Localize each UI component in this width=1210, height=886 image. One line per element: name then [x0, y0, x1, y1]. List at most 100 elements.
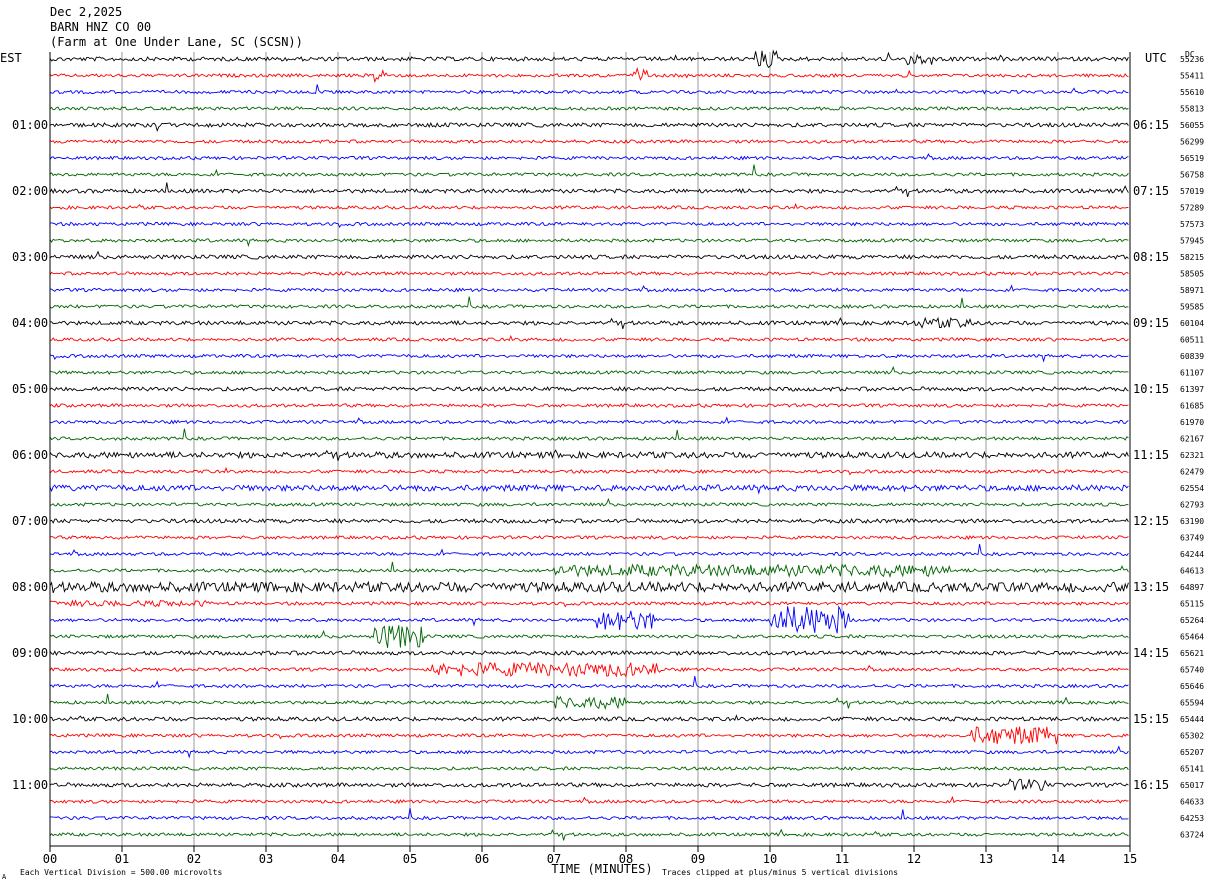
- right-hour-label: 11:15: [1133, 448, 1169, 462]
- trace-line: [49, 599, 1129, 608]
- trace-line: [49, 714, 1129, 722]
- dc-offset-label: 65464: [1180, 633, 1204, 642]
- dc-offset-label: 65207: [1180, 748, 1204, 757]
- trace-line: [49, 625, 1129, 649]
- x-tick-label: 03: [259, 852, 273, 866]
- dc-offset-label: 61397: [1180, 385, 1204, 394]
- trace-line: [49, 334, 1129, 343]
- x-tick-label: 05: [403, 852, 417, 866]
- left-timezone-label: EST: [0, 51, 22, 65]
- x-tick-label: 02: [187, 852, 201, 866]
- helicorder-chart: 00 01 02 03 04 05 06 07 08 09 10 11 12 13 14 15EST UTC DC…: [0, 49, 1204, 881]
- dc-offset-label: 64633: [1180, 798, 1204, 807]
- dc-offset-label: 64253: [1180, 814, 1204, 823]
- dc-offset-label: 56055: [1180, 121, 1204, 130]
- trace-line: [49, 271, 1129, 276]
- x-tick-label: 00: [43, 852, 57, 866]
- trace-line: [49, 121, 1129, 133]
- dc-offset-label: 62479: [1180, 468, 1204, 477]
- dc-offset-label: 65264: [1180, 616, 1204, 625]
- x-tick-label: 10: [763, 852, 777, 866]
- trace-line: [49, 580, 1129, 594]
- dc-offset-label: 57945: [1180, 237, 1204, 246]
- trace-line: [49, 676, 1129, 689]
- dc-offset-label: 57019: [1180, 187, 1204, 196]
- trace-line: [49, 202, 1129, 210]
- trace-line: [49, 106, 1129, 111]
- dc-offset-label: 62554: [1180, 484, 1204, 493]
- dc-offset-label: 61107: [1180, 369, 1204, 378]
- dc-offset-label: 56519: [1180, 154, 1204, 163]
- right-hour-label: 15:15: [1133, 712, 1169, 726]
- trace-line: [50, 808, 1129, 821]
- trace-line: [49, 497, 1129, 507]
- trace-line: [49, 778, 1129, 791]
- x-tick-label: 11: [835, 852, 849, 866]
- trace-line: [49, 693, 1129, 711]
- right-hour-label: 10:15: [1133, 382, 1169, 396]
- dc-offset-label: 57289: [1180, 204, 1204, 213]
- footer-left: Each Vertical Division = 500.00 microvol…: [20, 868, 222, 877]
- trace-line: [49, 386, 1129, 393]
- dc-offset-label: 65115: [1180, 600, 1204, 609]
- left-hour-label: 04:00: [12, 316, 48, 330]
- dc-offset-label: 65141: [1180, 765, 1204, 774]
- trace-line: [49, 250, 1129, 261]
- trace-line: [49, 164, 1129, 177]
- trace-line: [49, 353, 1129, 363]
- left-hour-label: 03:00: [12, 250, 48, 264]
- dc-offset-label: 60104: [1180, 319, 1204, 328]
- dc-offset-label: 60511: [1180, 336, 1204, 345]
- trace-line: [50, 316, 1129, 330]
- seismic-traces: [49, 49, 1129, 841]
- right-timezone-label: UTC: [1145, 51, 1167, 65]
- trace-line: [49, 726, 1129, 745]
- axes: [49, 52, 1131, 852]
- trace-line: [49, 182, 1129, 198]
- trace-line: [49, 544, 1129, 557]
- right-hour-label: 08:15: [1133, 250, 1169, 264]
- dc-offset-label: 55813: [1180, 105, 1204, 114]
- trace-line: [49, 517, 1129, 525]
- dc-offset-label: 59585: [1180, 303, 1204, 312]
- dc-offset-label: 56758: [1180, 171, 1204, 180]
- right-hour-label: 12:15: [1133, 514, 1169, 528]
- trace-line: [49, 449, 1129, 462]
- dc-offset-label: 65444: [1180, 715, 1204, 724]
- trace-line: [49, 153, 1129, 161]
- x-tick-label: 15: [1123, 852, 1137, 866]
- right-hour-label: 14:15: [1133, 646, 1169, 660]
- dc-offset-label: 56299: [1180, 138, 1204, 147]
- trace-line: [49, 296, 1129, 309]
- trace-line: [49, 284, 1129, 293]
- dc-offset-label: 63190: [1180, 517, 1204, 526]
- dc-offset-label: 55236: [1180, 55, 1204, 64]
- dc-offset-label: 60839: [1180, 352, 1204, 361]
- trace-line: [49, 416, 1129, 425]
- dc-offset-label: 64897: [1180, 583, 1204, 592]
- dc-offset-label: 65017: [1180, 781, 1204, 790]
- dc-offset-label: 58505: [1180, 270, 1204, 279]
- trace-line: [49, 49, 1129, 68]
- dc-offset-label: 55411: [1180, 72, 1204, 81]
- x-tick-label: 04: [331, 852, 345, 866]
- trace-line: [49, 483, 1129, 495]
- dc-offset-label: 63724: [1180, 831, 1204, 840]
- trace-line: [49, 365, 1129, 375]
- trace-line: [49, 661, 1129, 678]
- dc-offset-label: 65621: [1180, 649, 1204, 658]
- left-hour-label: 10:00: [12, 712, 48, 726]
- x-tick-label: 13: [979, 852, 993, 866]
- x-tick-label: 14: [1051, 852, 1065, 866]
- left-hour-label: 02:00: [12, 184, 48, 198]
- right-hour-label: 13:15: [1133, 580, 1169, 594]
- right-hour-label: 16:15: [1133, 778, 1169, 792]
- trace-line: [49, 84, 1129, 95]
- left-hour-label: 08:00: [12, 580, 48, 594]
- footer-right: Traces clipped at plus/minus 5 vertical …: [662, 868, 898, 877]
- left-hour-label: 11:00: [12, 778, 48, 792]
- dc-offset-label: 61685: [1180, 402, 1204, 411]
- trace-line: [49, 428, 1129, 441]
- left-hour-label: 09:00: [12, 646, 48, 660]
- dc-offset-label: 65740: [1180, 666, 1204, 675]
